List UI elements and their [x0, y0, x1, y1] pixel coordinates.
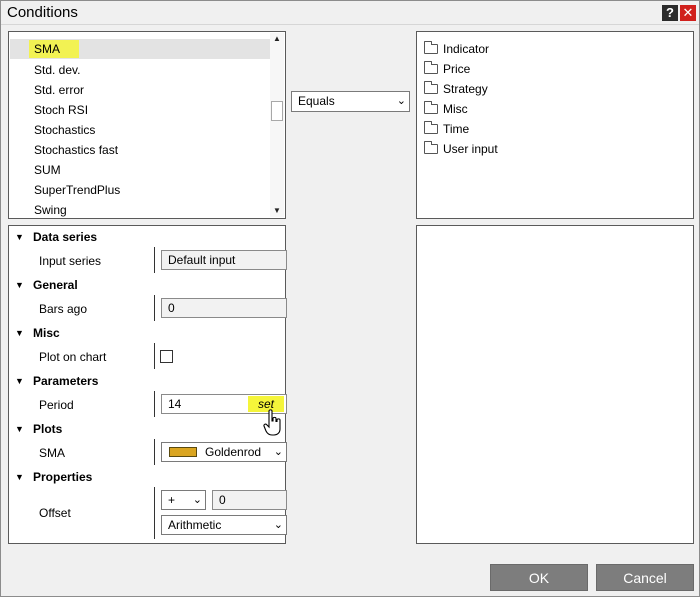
list-item[interactable]: SuperTrendPlus: [10, 180, 272, 200]
divider: [154, 343, 155, 369]
list-item-label: SMA: [34, 42, 61, 56]
scroll-up-arrow-icon[interactable]: ▲: [270, 33, 284, 45]
offset-label: Offset: [39, 506, 71, 520]
tree-item-label: Strategy: [443, 82, 488, 96]
category-label: General: [33, 278, 78, 292]
tree-item-strategy[interactable]: Strategy: [424, 79, 488, 99]
tree-item-label: Time: [443, 122, 470, 136]
divider: [154, 295, 155, 321]
plot-on-chart-checkbox[interactable]: [160, 350, 173, 363]
list-item[interactable]: SUM: [10, 160, 272, 180]
divider: [154, 487, 155, 539]
category-properties[interactable]: ▼ Properties: [9, 467, 285, 487]
list-scrollbar[interactable]: ▲ ▼: [270, 33, 284, 217]
ok-button[interactable]: OK: [490, 564, 588, 591]
cancel-button[interactable]: Cancel: [596, 564, 694, 591]
tree-item-label: User input: [443, 142, 498, 156]
folder-icon: [424, 121, 438, 134]
list-item[interactable]: Stochastics fast: [10, 140, 272, 160]
category-label: Misc: [33, 326, 60, 340]
folder-icon: [424, 141, 438, 154]
chevron-down-icon: ⌄: [273, 446, 283, 458]
window-title: Conditions: [7, 4, 78, 21]
list-item[interactable]: SMA: [10, 39, 272, 59]
tree-item-user-input[interactable]: User input: [424, 139, 498, 159]
conditions-window: Conditions ? ✕ SMA Std. dev. Std. error …: [0, 0, 700, 597]
chevron-down-icon: ⌄: [192, 494, 202, 506]
bars-ago-field[interactable]: 0: [161, 298, 287, 318]
collapse-arrow-icon[interactable]: ▼: [15, 371, 24, 391]
offset-type-value: Arithmetic: [168, 518, 222, 532]
collapse-arrow-icon[interactable]: ▼: [15, 275, 24, 295]
category-label: Plots: [33, 422, 63, 436]
color-swatch: [169, 447, 197, 457]
tree-item-misc[interactable]: Misc: [424, 99, 468, 119]
tree-item-time[interactable]: Time: [424, 119, 469, 139]
tree-item-indicator[interactable]: Indicator: [424, 39, 489, 59]
hand-cursor-icon: [263, 409, 281, 436]
tree-item-label: Price: [443, 62, 471, 76]
collapse-arrow-icon[interactable]: ▼: [15, 227, 24, 247]
scroll-down-arrow-icon[interactable]: ▼: [270, 205, 284, 217]
operator-select[interactable]: Equals ⌄: [291, 91, 410, 112]
properties-panel: ▼ Data series Input series Default input…: [8, 225, 287, 544]
category-tree: Indicator Price Strategy Misc Time User …: [416, 31, 694, 219]
operator-value: Equals: [298, 94, 335, 108]
collapse-arrow-icon[interactable]: ▼: [15, 467, 24, 487]
offset-sign-select[interactable]: + ⌄: [161, 490, 206, 510]
scroll-thumb[interactable]: [271, 101, 283, 121]
close-button[interactable]: ✕: [680, 5, 696, 21]
collapse-arrow-icon[interactable]: ▼: [15, 323, 24, 343]
category-label: Data series: [33, 230, 98, 244]
offset-type-select[interactable]: Arithmetic ⌄: [161, 515, 287, 535]
sma-color-select[interactable]: Goldenrod ⌄: [161, 442, 287, 462]
value-panel: [416, 225, 694, 544]
folder-icon: [424, 101, 438, 114]
chevron-down-icon: ⌄: [396, 95, 406, 107]
divider: [154, 247, 155, 273]
folder-icon: [424, 81, 438, 94]
input-series-field[interactable]: Default input: [161, 250, 287, 270]
plot-on-chart-label: Plot on chart: [39, 350, 107, 364]
category-label: Properties: [33, 470, 93, 484]
offset-value-field[interactable]: 0: [212, 490, 287, 510]
collapse-arrow-icon[interactable]: ▼: [15, 419, 24, 439]
color-name: Goldenrod: [205, 445, 262, 459]
tree-item-label: Misc: [443, 102, 468, 116]
help-button[interactable]: ?: [662, 5, 678, 21]
list-item[interactable]: Stochastics: [10, 120, 272, 140]
category-general[interactable]: ▼ General: [9, 275, 285, 295]
folder-icon: [424, 61, 438, 74]
title-bar: Conditions ? ✕: [1, 1, 699, 25]
period-label: Period: [39, 398, 74, 412]
category-label: Parameters: [33, 374, 99, 388]
category-plots[interactable]: ▼ Plots: [9, 419, 285, 439]
list-item[interactable]: Swing: [10, 200, 272, 218]
folder-icon: [424, 41, 438, 54]
list-item[interactable]: Stoch RSI: [10, 100, 272, 120]
period-value: 14: [168, 397, 182, 411]
divider: [154, 439, 155, 465]
chevron-down-icon: ⌄: [273, 519, 283, 531]
divider: [154, 391, 155, 417]
list-item[interactable]: Std. error: [10, 80, 272, 100]
function-list[interactable]: SMA Std. dev. Std. error Stoch RSI Stoch…: [8, 31, 286, 219]
category-misc[interactable]: ▼ Misc: [9, 323, 285, 343]
bars-ago-label: Bars ago: [39, 302, 88, 316]
category-data-series[interactable]: ▼ Data series: [9, 227, 285, 247]
list-item[interactable]: Std. dev.: [10, 60, 272, 80]
offset-sign-value: +: [168, 493, 176, 507]
tree-item-label: Indicator: [443, 42, 490, 56]
sma-plot-label: SMA: [39, 446, 66, 460]
input-series-label: Input series: [39, 254, 102, 268]
category-parameters[interactable]: ▼ Parameters: [9, 371, 285, 391]
tree-item-price[interactable]: Price: [424, 59, 470, 79]
